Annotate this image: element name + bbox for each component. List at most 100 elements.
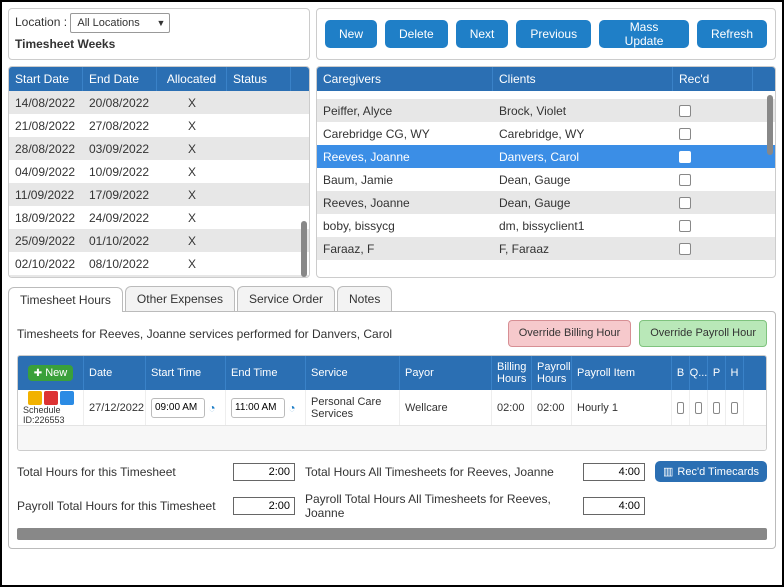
tw-cell-alloc: X [157, 257, 227, 271]
delete-icon[interactable] [44, 391, 58, 405]
tw-header-alloc[interactable]: Allocated [157, 67, 227, 91]
timesheet-title: Timesheets for Reeves, Joanne services p… [17, 327, 500, 341]
view-icon[interactable] [60, 391, 74, 405]
next-button[interactable]: Next [456, 20, 509, 48]
payroll-total-all-label: Payroll Total Hours All Timesheets for R… [305, 492, 577, 520]
tab-notes[interactable]: Notes [337, 286, 392, 311]
override-payroll-button[interactable]: Override Payroll Hour [639, 320, 767, 347]
tw-header-end[interactable]: End Date [83, 67, 157, 91]
edit-icon[interactable] [28, 391, 42, 405]
tw-row[interactable]: 28/08/202203/09/2022X [9, 137, 309, 160]
tw-row[interactable]: 09/10/202215/10/2022X [9, 275, 309, 277]
recd-timecards-label: Rec'd Timecards [677, 466, 759, 478]
th-b[interactable]: B [672, 356, 690, 390]
tw-scrollbar-thumb[interactable] [301, 221, 307, 277]
total-hours-label: Total Hours for this Timesheet [17, 465, 227, 479]
mass-update-button[interactable]: Mass Update [599, 20, 689, 48]
th-payroll-item[interactable]: Payroll Item [572, 356, 672, 390]
new-button[interactable]: New [325, 20, 377, 48]
clock-icon[interactable]: ◔ [205, 401, 219, 415]
cell-date: 27/12/2022 [84, 390, 146, 425]
recd-checkbox[interactable] [679, 105, 691, 117]
delete-button[interactable]: Delete [385, 20, 448, 48]
tw-cell-alloc: X [157, 211, 227, 225]
checkbox-p[interactable] [713, 402, 720, 414]
cell-client: Brock, Violet [493, 104, 673, 118]
cell-payroll-hours: 02:00 [532, 390, 572, 425]
cl-header-recd[interactable]: Rec'd [673, 67, 753, 91]
tw-header-status[interactable]: Status [227, 67, 291, 91]
recd-checkbox[interactable] [679, 220, 691, 232]
tw-cell-alloc: X [157, 142, 227, 156]
payroll-total-label: Payroll Total Hours for this Timesheet [17, 499, 227, 513]
timesheet-hours-grid: New Date Start Time End Time Service Pay… [17, 355, 767, 451]
client-row[interactable]: Reeves, JoanneDanvers, Carol [317, 145, 775, 168]
tw-row[interactable]: 04/09/202210/09/2022X [9, 160, 309, 183]
checkbox-h[interactable] [731, 402, 738, 414]
horizontal-scrollbar[interactable] [17, 528, 767, 540]
client-row[interactable]: Baum, JamieDean, Gauge [317, 168, 775, 191]
tw-row[interactable]: 18/09/202224/09/2022X [9, 206, 309, 229]
refresh-button[interactable]: Refresh [697, 20, 767, 48]
override-billing-button[interactable]: Override Billing Hour [508, 320, 631, 347]
client-row[interactable]: Peiffer, AlyceBrock, Violet [317, 99, 775, 122]
tw-row[interactable]: 21/08/202227/08/2022X [9, 114, 309, 137]
tw-cell-end: 01/10/2022 [83, 234, 157, 248]
cl-header-cl[interactable]: Clients [493, 67, 673, 91]
client-row[interactable]: Carebridge CG, WYCarebridge, WY [317, 122, 775, 145]
cell-caregiver: Reeves, Joanne [317, 150, 493, 164]
th-end[interactable]: End Time [226, 356, 306, 390]
checkbox-b[interactable] [677, 402, 684, 414]
tw-cell-alloc: X [157, 234, 227, 248]
recd-checkbox[interactable] [679, 197, 691, 209]
tw-cell-end: 20/08/2022 [83, 96, 157, 110]
checkbox-q[interactable] [695, 402, 702, 414]
cell-payroll-item: Hourly 1 [572, 390, 672, 425]
th-payroll-hours[interactable]: Payroll Hours [532, 356, 572, 390]
th-p[interactable]: P [708, 356, 726, 390]
recd-checkbox[interactable] [679, 151, 691, 163]
timesheet-weeks-grid: Start Date End Date Allocated Status 14/… [8, 66, 310, 278]
clock-icon[interactable]: ◔ [285, 401, 299, 415]
start-time-input[interactable] [151, 398, 205, 418]
cell-payor: Wellcare [400, 390, 492, 425]
th-h[interactable]: H [726, 356, 744, 390]
th-billing-hours[interactable]: Billing Hours [492, 356, 532, 390]
recd-checkbox[interactable] [679, 128, 691, 140]
th-start[interactable]: Start Time [146, 356, 226, 390]
tw-row[interactable]: 25/09/202201/10/2022X [9, 229, 309, 252]
recd-timecards-button[interactable]: ▥ Rec'd Timecards [655, 461, 767, 482]
total-hours-all-value [583, 463, 645, 481]
recd-checkbox[interactable] [679, 243, 691, 255]
tw-cell-end: 03/09/2022 [83, 142, 157, 156]
tw-row[interactable]: 14/08/202220/08/2022X [9, 91, 309, 114]
tw-cell-end: 08/10/2022 [83, 257, 157, 271]
cell-service: Personal Care Services [306, 390, 400, 425]
tab-timesheet-hours[interactable]: Timesheet Hours [8, 287, 123, 312]
chart-icon: ▥ [663, 465, 673, 478]
cell-client: Danvers, Carol [493, 150, 673, 164]
previous-button[interactable]: Previous [516, 20, 591, 48]
cl-header-cg[interactable]: Caregivers [317, 67, 493, 91]
tw-cell-start: 25/09/2022 [9, 234, 83, 248]
tw-row[interactable]: 02/10/202208/10/2022X [9, 252, 309, 275]
th-date[interactable]: Date [84, 356, 146, 390]
tab-other-expenses[interactable]: Other Expenses [125, 286, 235, 311]
tw-header-start[interactable]: Start Date [9, 67, 83, 91]
th-service[interactable]: Service [306, 356, 400, 390]
timesheet-row[interactable]: Schedule ID:226553 27/12/2022 ◔ ◔ Person… [18, 390, 766, 426]
end-time-input[interactable] [231, 398, 285, 418]
client-row[interactable]: boby, bissycgdm, bissyclient1 [317, 214, 775, 237]
add-row-button[interactable]: New [28, 365, 73, 381]
client-row[interactable]: Faraaz, FF, Faraaz [317, 237, 775, 260]
tw-row[interactable]: 11/09/202217/09/2022X [9, 183, 309, 206]
client-row[interactable]: Reeves, JoanneDean, Gauge [317, 191, 775, 214]
cl-scrollbar-thumb[interactable] [767, 95, 773, 155]
location-select[interactable]: All Locations [70, 13, 170, 33]
th-payor[interactable]: Payor [400, 356, 492, 390]
th-q[interactable]: Q... [690, 356, 708, 390]
tab-service-order[interactable]: Service Order [237, 286, 335, 311]
cell-client: Carebridge, WY [493, 127, 673, 141]
recd-checkbox[interactable] [679, 174, 691, 186]
tw-cell-end: 10/09/2022 [83, 165, 157, 179]
